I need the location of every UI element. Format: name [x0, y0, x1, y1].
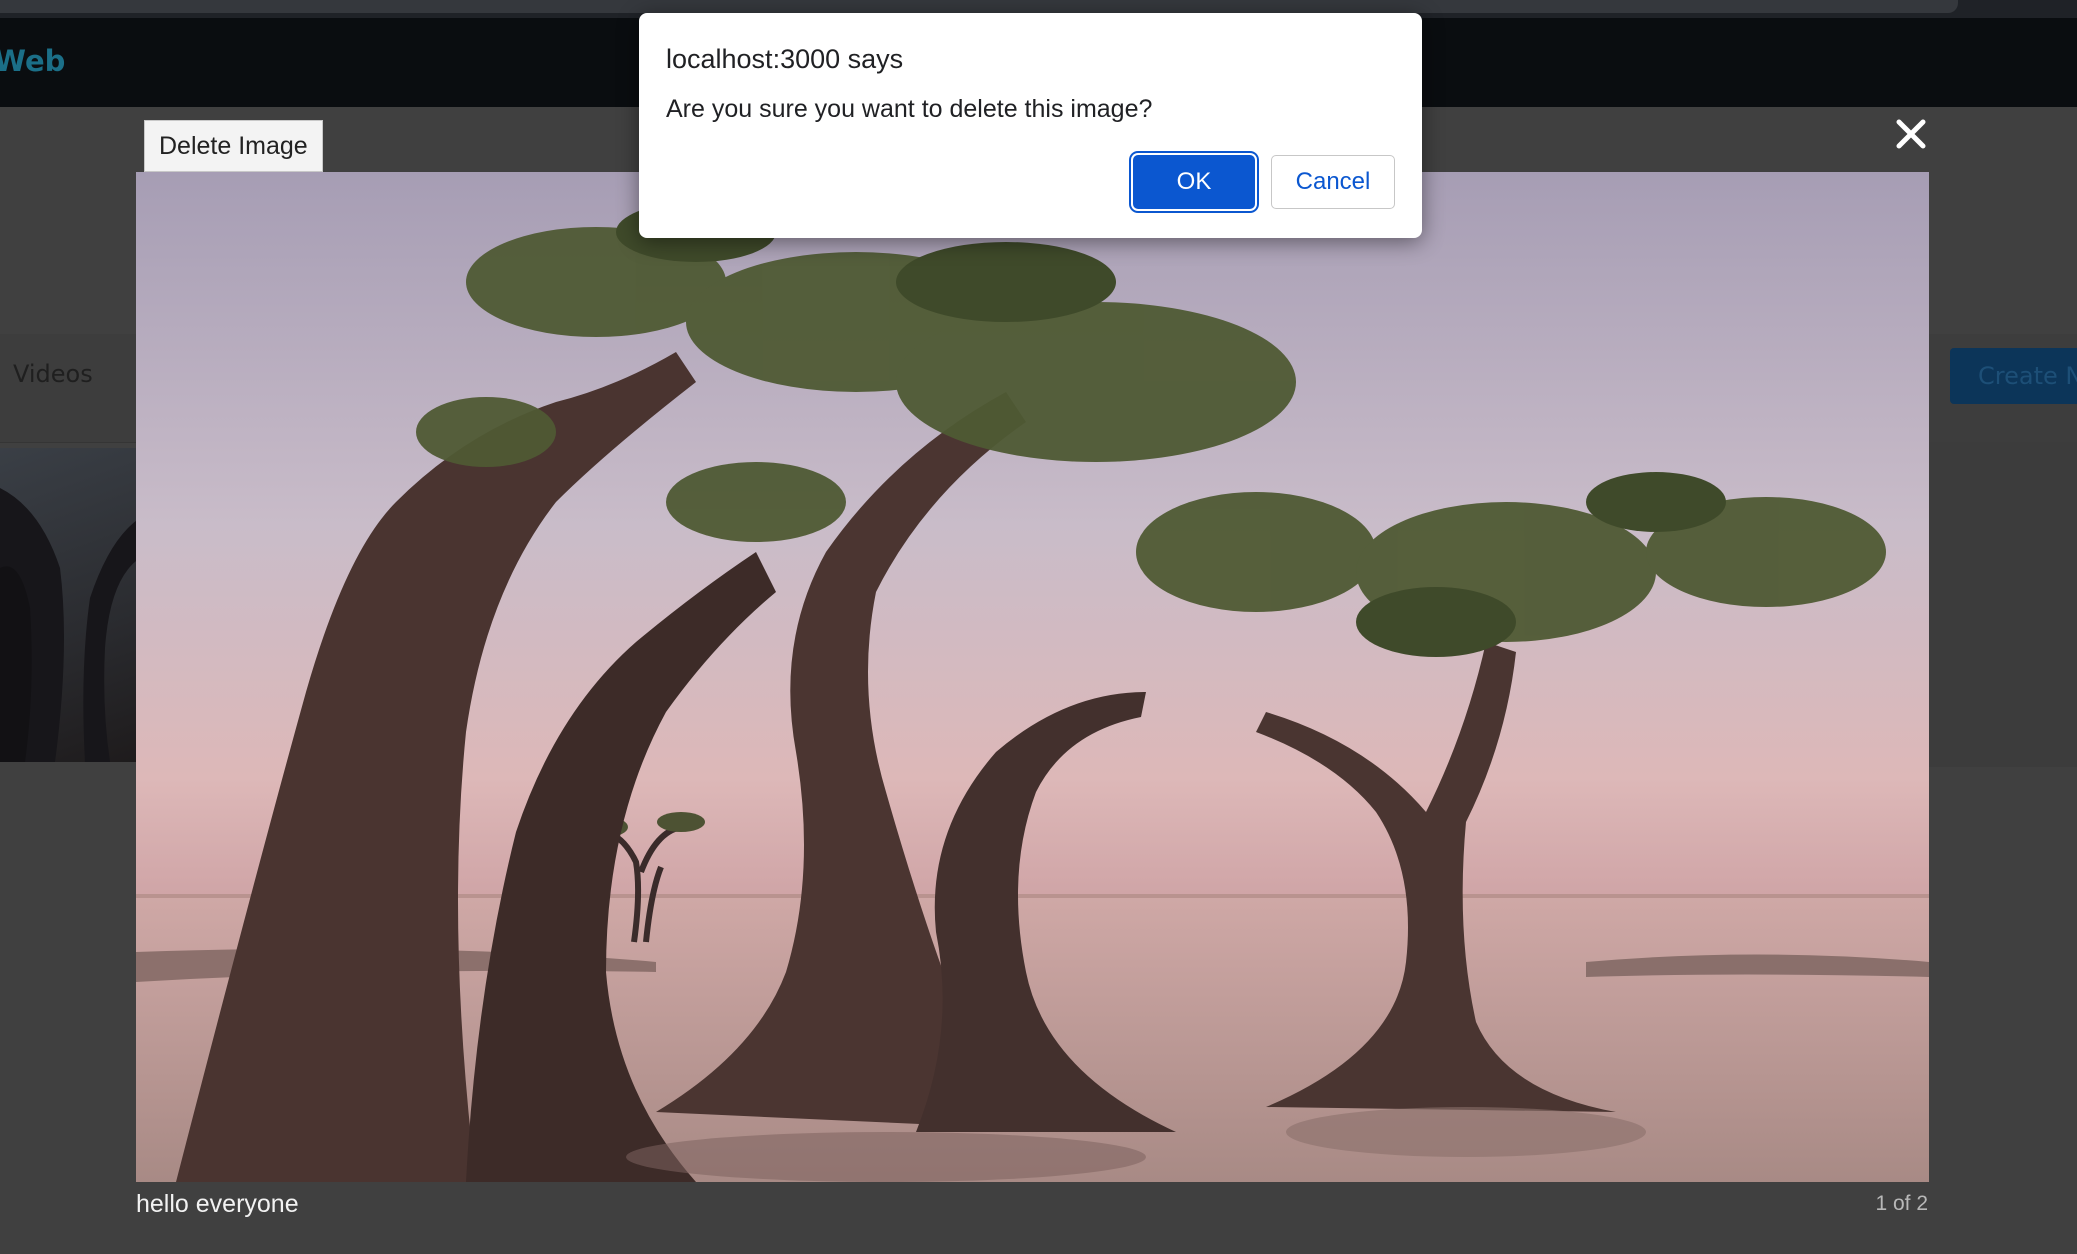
nav-item-videos[interactable]: Videos: [13, 360, 93, 388]
ok-button[interactable]: OK: [1133, 155, 1255, 209]
image-counter: 1 of 2: [1875, 1192, 1928, 1215]
brand-logo[interactable]: Web: [0, 44, 65, 78]
dialog-title: localhost:3000 says: [666, 44, 904, 74]
mangrove-trees-photo: [136, 172, 1929, 1182]
cancel-button[interactable]: Cancel: [1271, 155, 1395, 209]
gallery-thumbnail[interactable]: [0, 448, 140, 762]
content-side-panel: [1920, 442, 2077, 767]
thumbnail-trees-image: [0, 488, 140, 762]
delete-image-button[interactable]: Delete Image: [144, 120, 323, 172]
dialog-message: Are you sure you want to delete this ima…: [666, 95, 1153, 123]
image-caption: hello everyone: [136, 1190, 299, 1218]
lightbox-image-frame: [136, 172, 1929, 1182]
browser-address-area: [0, 0, 1958, 13]
confirm-dialog: localhost:3000 says Are you sure you wan…: [639, 13, 1422, 238]
create-new-button[interactable]: Create Ne: [1950, 348, 2077, 404]
close-icon[interactable]: [1895, 118, 1927, 150]
